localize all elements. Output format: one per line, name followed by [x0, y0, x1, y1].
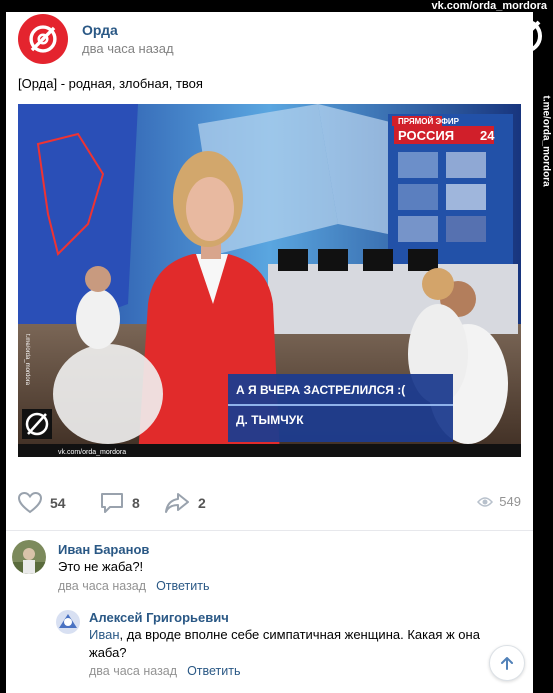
channel-name: РОССИЯ	[398, 128, 454, 143]
image-watermark-bottom: vk.com/orda_mordora	[58, 449, 126, 456]
divider	[6, 530, 533, 531]
arrow-up-icon	[501, 657, 513, 670]
comment-time[interactable]: два часа назад	[58, 579, 146, 593]
comment-meta: два часа назад Ответить	[58, 579, 210, 593]
comment-text: Это не жаба?!	[58, 559, 144, 574]
caption-line-1: А Я ВЧЕРА ЗАСТРЕЛИЛСЯ :(	[236, 383, 405, 397]
scroll-to-top-button[interactable]	[489, 645, 525, 681]
post-image[interactable]: ПРЯМОЙ ЭФИР РОССИЯ 24 А Я ВЧЕРА ЗАСТРЕЛИ…	[18, 104, 521, 457]
like-count: 54	[50, 495, 66, 511]
avatar[interactable]	[12, 540, 46, 574]
image-watermark-side: t.me/orda_mordora	[24, 334, 30, 386]
orda-logo-icon	[29, 25, 57, 53]
watermark-top: vk.com/orda_mordora	[431, 0, 547, 12]
community-avatar[interactable]	[18, 14, 68, 64]
heart-icon	[18, 492, 42, 514]
watermark-side: t.me/orda_mordora	[540, 95, 552, 187]
post-card: Орда два часа назад [Орда] - родная, зло…	[6, 12, 533, 693]
reply-button[interactable]: Ответить	[187, 664, 240, 678]
like-button[interactable]: 54	[18, 492, 66, 514]
comment-text-body: , да вроде вполне себе симпатичная женщи…	[89, 627, 480, 660]
comment-count: 8	[132, 495, 140, 511]
channel-number: 24	[480, 128, 495, 143]
eye-icon	[477, 496, 494, 507]
post-text: [Орда] - родная, злобная, твоя	[18, 76, 203, 91]
avatar[interactable]	[56, 610, 80, 634]
post-time[interactable]: два часа назад	[82, 41, 174, 56]
reply-button[interactable]: Ответить	[156, 579, 209, 593]
comment-author[interactable]: Иван Баранов	[58, 542, 149, 557]
comment-item: Алексей Григорьевич Иван, да вроде вполн…	[56, 610, 526, 690]
share-count: 2	[198, 495, 206, 511]
comment-button[interactable]: 8	[100, 492, 140, 514]
post-actions: 54 8 2 549	[18, 492, 521, 518]
comment-text: Иван, да вроде вполне себе симпатичная ж…	[89, 626, 519, 662]
comment-item: Иван Баранов Это не жаба?! два часа наза…	[12, 540, 522, 600]
post-header: Орда два часа назад	[18, 14, 488, 64]
views-counter: 549	[477, 494, 521, 509]
share-icon	[165, 493, 189, 513]
comment-icon	[101, 493, 123, 513]
comment-time[interactable]: два часа назад	[89, 664, 177, 678]
comment-meta: два часа назад Ответить	[89, 664, 241, 678]
caption-line-2: Д. ТЫМЧУК	[236, 413, 304, 427]
live-label: ПРЯМОЙ ЭФИР	[398, 117, 460, 126]
mention-link[interactable]: Иван	[89, 627, 120, 642]
views-count: 549	[499, 494, 521, 509]
share-button[interactable]: 2	[164, 492, 206, 514]
post-author[interactable]: Орда	[82, 22, 118, 38]
comment-author[interactable]: Алексей Григорьевич	[89, 610, 229, 625]
